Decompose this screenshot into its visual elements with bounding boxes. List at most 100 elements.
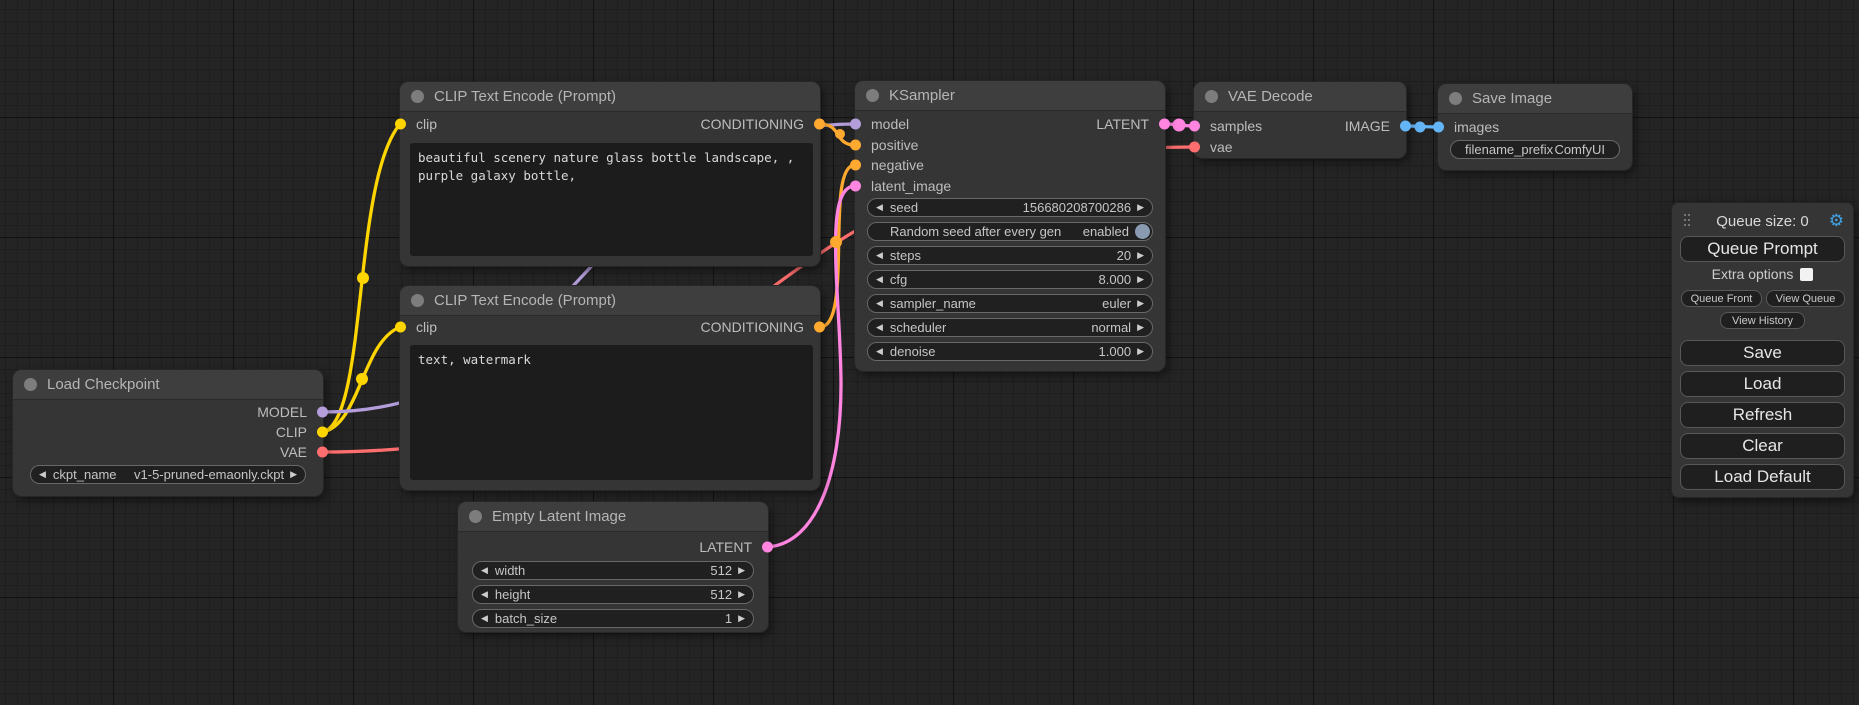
batch-size-widget[interactable]: ◀ batch_size 1 ▶ <box>472 609 754 628</box>
node-title-bar[interactable]: CLIP Text Encode (Prompt) <box>400 286 820 316</box>
queue-size-label: Queue size: 0 <box>1672 213 1853 230</box>
node-title-bar[interactable]: VAE Decode <box>1194 82 1406 112</box>
output-slot-conditioning[interactable]: CONDITIONING <box>400 114 820 134</box>
node-title-bar[interactable]: Save Image <box>1438 84 1632 114</box>
negative-input-dot[interactable] <box>850 160 861 171</box>
conditioning-output-dot[interactable] <box>814 119 825 130</box>
decrement-arrow-icon[interactable]: ◀ <box>876 202 883 213</box>
images-input-dot[interactable] <box>1433 122 1444 133</box>
node-save-image[interactable]: Save Image images filename_prefix ComfyU… <box>1438 84 1632 170</box>
node-title-bar[interactable]: CLIP Text Encode (Prompt) <box>400 82 820 112</box>
height-widget[interactable]: ◀ height 512 ▶ <box>472 585 754 604</box>
decrement-arrow-icon[interactable]: ◀ <box>481 565 488 576</box>
node-ksampler[interactable]: KSampler model positive negative latent_… <box>855 81 1165 371</box>
clip-output-dot[interactable] <box>317 427 328 438</box>
decrement-arrow-icon[interactable]: ◀ <box>876 346 883 357</box>
collapse-dot[interactable] <box>411 294 424 307</box>
positive-input-dot[interactable] <box>850 140 861 151</box>
node-clip-text-encode-negative[interactable]: CLIP Text Encode (Prompt) clip CONDITION… <box>400 286 820 490</box>
view-queue-button[interactable]: View Queue <box>1766 290 1845 307</box>
seed-widget[interactable]: ◀ seed 156680208700286 ▶ <box>867 198 1153 217</box>
save-button[interactable]: Save <box>1680 340 1845 366</box>
output-slot-clip[interactable]: CLIP <box>13 422 323 442</box>
input-slot-positive[interactable]: positive <box>855 135 918 155</box>
output-slot-latent[interactable]: LATENT <box>855 114 1165 134</box>
collapse-dot[interactable] <box>24 378 37 391</box>
negative-prompt-textarea[interactable]: text, watermark <box>410 345 813 480</box>
collapse-dot[interactable] <box>469 510 482 523</box>
input-slot-images[interactable]: images <box>1438 117 1499 137</box>
decrement-arrow-icon[interactable]: ◀ <box>876 322 883 333</box>
increment-arrow-icon[interactable]: ▶ <box>1137 250 1144 261</box>
model-output-dot[interactable] <box>317 407 328 418</box>
load-default-button[interactable]: Load Default <box>1680 464 1845 490</box>
latent-output-dot[interactable] <box>762 542 773 553</box>
output-label: LATENT <box>699 539 752 555</box>
decrement-arrow-icon[interactable]: ◀ <box>481 589 488 600</box>
node-load-checkpoint[interactable]: Load Checkpoint MODEL CLIP VAE ◀ ckpt_na… <box>13 370 323 496</box>
node-title-bar[interactable]: Load Checkpoint <box>13 370 323 400</box>
increment-arrow-icon[interactable]: ▶ <box>738 565 745 576</box>
view-history-button[interactable]: View History <box>1720 312 1805 329</box>
increment-arrow-icon[interactable]: ▶ <box>1137 202 1144 213</box>
toggle-knob[interactable] <box>1135 224 1150 239</box>
node-title: Empty Latent Image <box>492 508 626 525</box>
vae-input-dot[interactable] <box>1189 142 1200 153</box>
sampler-name-widget[interactable]: ◀ sampler_name euler ▶ <box>867 294 1153 313</box>
width-widget[interactable]: ◀ width 512 ▶ <box>472 561 754 580</box>
output-slot-vae[interactable]: VAE <box>13 442 323 462</box>
decrement-arrow-icon[interactable]: ◀ <box>481 613 488 624</box>
decrement-arrow-icon[interactable]: ◀ <box>876 274 883 285</box>
output-slot-model[interactable]: MODEL <box>13 402 323 422</box>
collapse-dot[interactable] <box>1449 92 1462 105</box>
increment-arrow-icon[interactable]: ▶ <box>1137 346 1144 357</box>
node-title-bar[interactable]: Empty Latent Image <box>458 502 768 532</box>
increment-arrow-icon[interactable]: ▶ <box>290 469 297 480</box>
input-slot-latent-image[interactable]: latent_image <box>855 176 951 196</box>
output-slot-latent[interactable]: LATENT <box>458 537 768 557</box>
ckpt-name-widget[interactable]: ◀ ckpt_name v1-5-pruned-emaonly.ckpt ▶ <box>30 465 306 484</box>
filename-prefix-widget[interactable]: filename_prefix ComfyUI <box>1450 140 1620 159</box>
steps-widget[interactable]: ◀ steps 20 ▶ <box>867 246 1153 265</box>
decrement-arrow-icon[interactable]: ◀ <box>39 469 46 480</box>
node-vae-decode[interactable]: VAE Decode samples vae IMAGE <box>1194 82 1406 158</box>
node-clip-text-encode-positive[interactable]: CLIP Text Encode (Prompt) clip CONDITION… <box>400 82 820 266</box>
node-title-bar[interactable]: KSampler <box>855 81 1165 111</box>
collapse-dot[interactable] <box>866 89 879 102</box>
increment-arrow-icon[interactable]: ▶ <box>1137 298 1144 309</box>
latent-output-dot[interactable] <box>1159 119 1170 130</box>
latent-image-input-dot[interactable] <box>850 181 861 192</box>
input-slot-vae[interactable]: vae <box>1194 137 1233 157</box>
widget-value: 512 <box>710 587 732 602</box>
output-slot-image[interactable]: IMAGE <box>1194 116 1406 136</box>
decrement-arrow-icon[interactable]: ◀ <box>876 250 883 261</box>
collapse-dot[interactable] <box>1205 90 1218 103</box>
input-slot-negative[interactable]: negative <box>855 155 924 175</box>
extra-options-checkbox[interactable] <box>1800 268 1813 281</box>
gear-icon[interactable]: ⚙ <box>1829 211 1844 231</box>
increment-arrow-icon[interactable]: ▶ <box>738 613 745 624</box>
cfg-widget[interactable]: ◀ cfg 8.000 ▶ <box>867 270 1153 289</box>
increment-arrow-icon[interactable]: ▶ <box>1137 322 1144 333</box>
output-label: MODEL <box>257 404 307 420</box>
scheduler-widget[interactable]: ◀ scheduler normal ▶ <box>867 318 1153 337</box>
increment-arrow-icon[interactable]: ▶ <box>1137 274 1144 285</box>
refresh-button[interactable]: Refresh <box>1680 402 1845 428</box>
node-graph-canvas[interactable]: Load Checkpoint MODEL CLIP VAE ◀ ckpt_na… <box>0 0 1859 705</box>
random-seed-toggle-widget[interactable]: Random seed after every gen enabled <box>867 222 1153 241</box>
clear-button[interactable]: Clear <box>1680 433 1845 459</box>
collapse-dot[interactable] <box>411 90 424 103</box>
image-output-dot[interactable] <box>1400 121 1411 132</box>
conditioning-output-dot[interactable] <box>814 322 825 333</box>
vae-output-dot[interactable] <box>317 447 328 458</box>
positive-prompt-textarea[interactable]: beautiful scenery nature glass bottle la… <box>410 143 813 256</box>
queue-prompt-button[interactable]: Queue Prompt <box>1680 236 1845 262</box>
decrement-arrow-icon[interactable]: ◀ <box>876 298 883 309</box>
node-empty-latent-image[interactable]: Empty Latent Image LATENT ◀ width 512 ▶ … <box>458 502 768 632</box>
increment-arrow-icon[interactable]: ▶ <box>738 589 745 600</box>
load-button[interactable]: Load <box>1680 371 1845 397</box>
queue-front-button[interactable]: Queue Front <box>1681 290 1762 307</box>
drag-handle-icon[interactable] <box>1684 214 1692 229</box>
output-slot-conditioning[interactable]: CONDITIONING <box>400 317 820 337</box>
denoise-widget[interactable]: ◀ denoise 1.000 ▶ <box>867 342 1153 361</box>
